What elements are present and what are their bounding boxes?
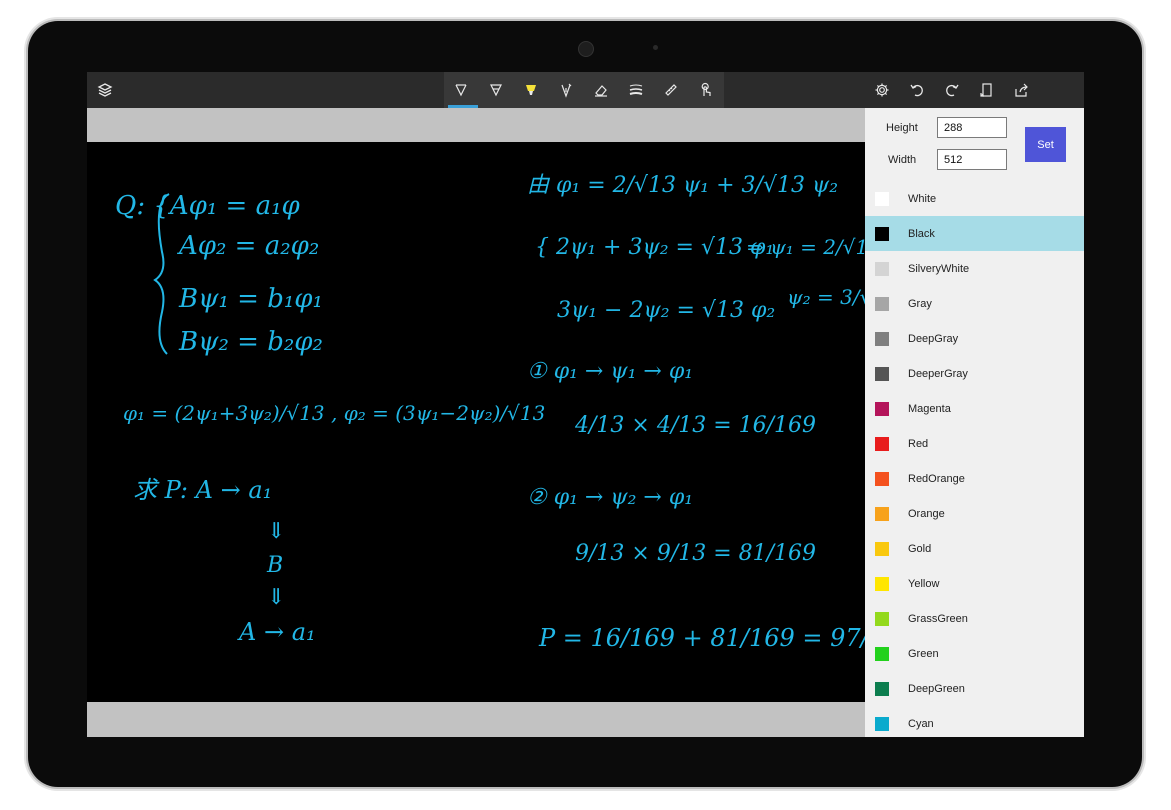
share-icon[interactable] bbox=[1005, 72, 1039, 108]
eraser-icon[interactable] bbox=[584, 72, 618, 108]
color-option-cyan[interactable]: Cyan bbox=[865, 706, 1084, 737]
ink-case2: ② φ₁ → ψ₂ → φ₁ bbox=[527, 485, 693, 510]
color-option-yellow[interactable]: Yellow bbox=[865, 566, 1084, 601]
color-swatch bbox=[875, 261, 889, 276]
color-swatch bbox=[875, 541, 889, 556]
color-name-label: GrassGreen bbox=[908, 612, 968, 625]
color-option-gold[interactable]: Gold bbox=[865, 531, 1084, 566]
ink-b: B bbox=[266, 553, 283, 578]
pen-icon[interactable] bbox=[444, 72, 478, 108]
color-option-silverywhite[interactable]: SilveryWhite bbox=[865, 251, 1084, 286]
ink-arrow-down-2: ⇓ bbox=[267, 585, 285, 610]
color-name-label: Yellow bbox=[908, 577, 940, 590]
color-name-label: Black bbox=[908, 227, 935, 240]
color-name-label: SilveryWhite bbox=[908, 262, 970, 275]
ink-ask-p: 求 P: A → a₁ bbox=[133, 476, 272, 504]
color-swatch bbox=[875, 366, 889, 381]
ruler-icon[interactable] bbox=[654, 72, 688, 108]
ink-right-line4: ⇒ ψ₁ = 2/√13 … bbox=[747, 235, 865, 259]
width-label: Width bbox=[888, 154, 917, 166]
color-swatch bbox=[875, 681, 889, 696]
page-resize-icon[interactable] bbox=[970, 72, 1004, 108]
highlighter-icon[interactable] bbox=[514, 72, 548, 108]
color-name-label: DeepGreen bbox=[908, 682, 965, 695]
color-option-green[interactable]: Green bbox=[865, 636, 1084, 671]
layers-icon[interactable] bbox=[88, 72, 122, 108]
color-name-label: Cyan bbox=[908, 717, 934, 730]
ink-case1: ① φ₁ → ψ₁ → φ₁ bbox=[527, 359, 693, 384]
ink-question-line1: Q: {Aφ₁ = a₁φ bbox=[115, 191, 301, 221]
color-swatch bbox=[875, 646, 889, 661]
color-swatch bbox=[875, 576, 889, 591]
ink-case1-eq: 4/13 × 4/13 = 16/169 bbox=[574, 413, 816, 438]
color-name-label: Red bbox=[908, 437, 929, 450]
ink-right-line5: ψ₂ = 3/√13 … bbox=[787, 285, 865, 309]
color-name-label: Gold bbox=[908, 542, 932, 555]
pencil-icon[interactable] bbox=[479, 72, 513, 108]
ink-arrow-down-1: ⇓ bbox=[267, 519, 285, 544]
touch-hand-icon[interactable] bbox=[689, 72, 723, 108]
color-name-label: Green bbox=[908, 647, 939, 660]
color-swatch bbox=[875, 191, 889, 206]
color-option-redorange[interactable]: RedOrange bbox=[865, 461, 1084, 496]
toolbar bbox=[87, 72, 1084, 108]
ink-canvas[interactable]: Q: {Aφ₁ = a₁φ Aφ₂ = a₂φ₂ Bψ₁ = b₁φ₁ Bψ₂ … bbox=[87, 142, 865, 702]
set-button[interactable]: Set bbox=[1025, 127, 1066, 162]
color-option-deepgray[interactable]: DeepGray bbox=[865, 321, 1084, 356]
calligraphy-pen-icon[interactable] bbox=[549, 72, 583, 108]
color-name-label: DeepGray bbox=[908, 332, 959, 345]
color-name-label: RedOrange bbox=[908, 472, 965, 485]
color-name-label: Magenta bbox=[908, 402, 951, 415]
sensor-dot bbox=[653, 45, 658, 50]
ink-end-state: A → a₁ bbox=[237, 618, 316, 646]
color-option-deepgreen[interactable]: DeepGreen bbox=[865, 671, 1084, 706]
color-option-magenta[interactable]: Magenta bbox=[865, 391, 1084, 426]
color-list: White Black SilveryWhite Gray DeepGray Deeper… bbox=[865, 181, 1084, 737]
color-swatch bbox=[875, 471, 889, 486]
color-option-orange[interactable]: Orange bbox=[865, 496, 1084, 531]
ink-probability: P = 16/169 + 81/169 = 97/169 ≈ 0.574 bbox=[538, 624, 865, 652]
color-name-label: White bbox=[908, 192, 937, 205]
undo-icon[interactable] bbox=[900, 72, 934, 108]
color-name-label: DeeperGray bbox=[908, 367, 968, 380]
color-option-white[interactable]: White bbox=[865, 181, 1084, 216]
width-field[interactable] bbox=[937, 149, 1007, 170]
color-option-black[interactable]: Black bbox=[865, 216, 1084, 251]
gear-icon[interactable] bbox=[865, 72, 899, 108]
ink-phi-definition: φ₁ = (2ψ₁+3ψ₂)/√13 , φ₂ = (3ψ₁−2ψ₂)/√13 bbox=[123, 401, 545, 425]
color-swatch bbox=[875, 226, 889, 241]
color-swatch bbox=[875, 401, 889, 416]
color-option-gray[interactable]: Gray bbox=[865, 286, 1084, 321]
settings-panel: Height Width Set White Black SilveryWhite G… bbox=[865, 108, 1084, 737]
handwriting-strokes: Q: {Aφ₁ = a₁φ Aφ₂ = a₂φ₂ Bψ₁ = b₁φ₁ Bψ₂ … bbox=[115, 173, 865, 652]
redo-icon[interactable] bbox=[935, 72, 969, 108]
stroke-lines-icon[interactable] bbox=[619, 72, 653, 108]
color-swatch bbox=[875, 506, 889, 521]
ink-right-line3: 3ψ₁ − 2ψ₂ = √13 φ₂ bbox=[557, 298, 775, 323]
ink-case2-eq: 9/13 × 9/13 = 81/169 bbox=[575, 541, 816, 566]
color-swatch bbox=[875, 296, 889, 311]
ink-question-line3: Bψ₁ = b₁φ₁ bbox=[178, 284, 323, 314]
ink-right-line1: 由 φ₁ = 2/√13 ψ₁ + 3/√13 ψ₂ bbox=[527, 173, 838, 198]
color-name-label: Orange bbox=[908, 507, 945, 520]
app-screen: Q: {Aφ₁ = a₁φ Aφ₂ = a₂φ₂ Bψ₁ = b₁φ₁ Bψ₂ … bbox=[87, 72, 1084, 737]
ink-tools-group bbox=[444, 72, 724, 108]
ink-right-line2: { 2ψ₁ + 3ψ₂ = √13 φ₁ bbox=[535, 235, 774, 260]
ink-question-line4: Bψ₂ = b₂φ₂ bbox=[178, 327, 323, 357]
color-swatch bbox=[875, 331, 889, 346]
color-option-grassgreen[interactable]: GrassGreen bbox=[865, 601, 1084, 636]
color-option-deepergray[interactable]: DeeperGray bbox=[865, 356, 1084, 391]
color-swatch bbox=[875, 716, 889, 731]
active-tool-indicator bbox=[448, 105, 478, 108]
ink-question-line2: Aφ₂ = a₂φ₂ bbox=[177, 231, 319, 261]
color-swatch bbox=[875, 611, 889, 626]
color-option-red[interactable]: Red bbox=[865, 426, 1084, 461]
color-name-label: Gray bbox=[908, 297, 932, 310]
camera-icon bbox=[578, 41, 594, 57]
height-field[interactable] bbox=[937, 117, 1007, 138]
color-swatch bbox=[875, 436, 889, 451]
height-label: Height bbox=[886, 122, 918, 134]
